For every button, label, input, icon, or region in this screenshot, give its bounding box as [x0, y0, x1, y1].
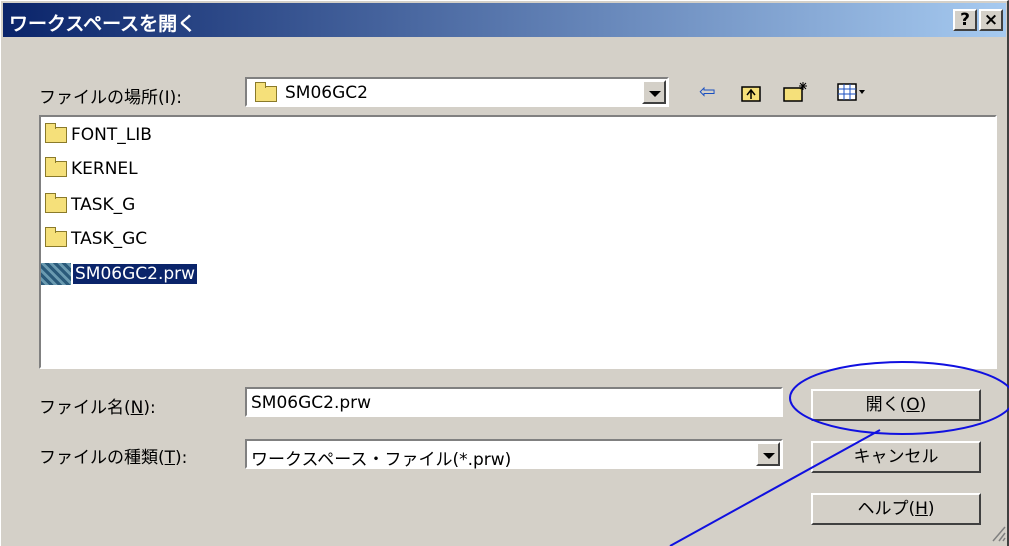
- annotation-pointer-line: [669, 429, 881, 546]
- annotation-overlay: [669, 361, 1009, 546]
- annotation-ellipse: [789, 361, 1009, 435]
